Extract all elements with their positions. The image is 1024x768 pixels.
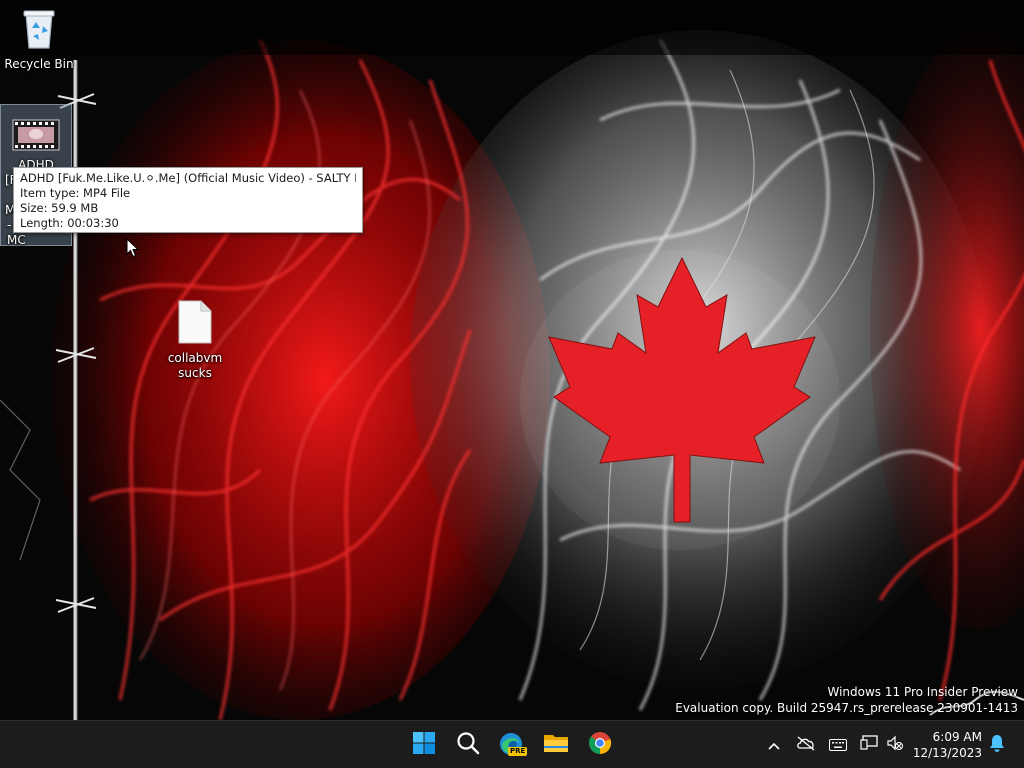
touch-keyboard-button[interactable]	[826, 733, 850, 757]
desktop-icon-recycle-bin[interactable]: Recycle Bin	[1, 6, 77, 76]
recycle-bin-icon	[1, 6, 77, 54]
system-clock[interactable]: 6:09 AM 12/13/2023	[910, 729, 982, 761]
network-icon	[860, 735, 878, 755]
search-button[interactable]	[448, 729, 488, 761]
bell-icon	[989, 734, 1005, 756]
search-icon	[456, 731, 480, 759]
desktop-icon-collabvm-sucks[interactable]: collabvm sucks	[157, 300, 233, 384]
clock-date: 12/13/2023	[912, 746, 982, 760]
text-file-icon	[157, 300, 233, 348]
tooltip-length: Length: 00:03:30	[20, 216, 119, 230]
watermark-build: Evaluation copy. Build 25947.rs_prerelea…	[675, 701, 1018, 715]
collabvm-label-line-2: sucks	[178, 366, 212, 380]
folder-icon	[543, 732, 569, 758]
file-info-tooltip: ADHD [Fuk.Me.Like.U.⚪.Me] (Official Musi…	[13, 167, 363, 233]
notification-center-button[interactable]	[985, 733, 1009, 757]
mouse-pointer-icon	[126, 237, 140, 262]
volume-muted-icon	[886, 735, 904, 755]
keyboard-icon	[829, 736, 847, 755]
video-file-icon	[1, 119, 71, 155]
onedrive-status-button[interactable]	[794, 733, 818, 757]
desktop-wallpaper	[0, 0, 1024, 720]
edge-pre-icon: PRE	[499, 732, 528, 758]
edge-button[interactable]: PRE	[492, 729, 532, 761]
start-button[interactable]	[404, 729, 444, 761]
network-button[interactable]	[857, 733, 881, 757]
tooltip-size: Size: 59.9 MB	[20, 201, 99, 215]
windows-evaluation-watermark: Windows 11 Pro Insider Preview Evaluatio…	[675, 684, 1018, 716]
chrome-button[interactable]	[580, 729, 620, 761]
tooltip-file-name: ADHD [Fuk.Me.Like.U.⚪.Me] (Official Musi…	[20, 171, 356, 185]
file-explorer-button[interactable]	[536, 729, 576, 761]
clock-time: 6:09 AM	[932, 730, 982, 744]
taskbar: PRE 6:09 AM 12/13/2023	[0, 720, 1024, 768]
edge-pre-badge: PRE	[508, 747, 528, 756]
onedrive-offline-icon	[796, 735, 816, 755]
volume-button[interactable]	[883, 733, 907, 757]
chevron-up-icon	[767, 736, 781, 755]
windows-logo-icon	[412, 731, 436, 759]
show-hidden-icons-button[interactable]	[762, 733, 786, 757]
collabvm-label-line-1: collabvm	[167, 351, 223, 365]
watermark-edition: Windows 11 Pro Insider Preview	[827, 685, 1018, 699]
chrome-icon	[588, 731, 612, 759]
recycle-bin-label: Recycle Bin	[4, 57, 74, 71]
canada-flag-smoke-wallpaper	[0, 0, 1024, 720]
tooltip-item-type: Item type: MP4 File	[20, 186, 131, 200]
